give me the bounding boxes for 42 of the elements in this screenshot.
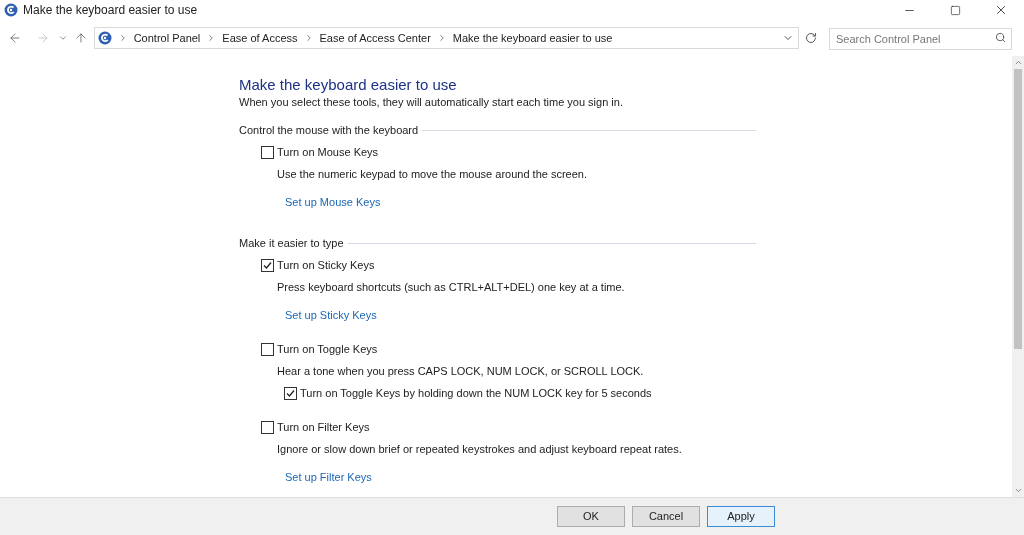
- checkbox[interactable]: [261, 145, 274, 159]
- section-heading: Make it easier to type: [239, 236, 344, 250]
- checkbox-label[interactable]: Turn on Filter Keys: [277, 420, 370, 434]
- window-title: Make the keyboard easier to use: [23, 2, 198, 19]
- up-icon[interactable]: [73, 31, 88, 45]
- section-heading: Control the mouse with the keyboard: [239, 123, 419, 137]
- scroll-down-icon[interactable]: [1013, 486, 1023, 495]
- search-field[interactable]: Search Control Panel: [829, 28, 1012, 50]
- checkbox-label[interactable]: Turn on Sticky Keys: [277, 258, 375, 272]
- refresh-icon[interactable]: [805, 32, 817, 44]
- checkbox[interactable]: [261, 342, 274, 356]
- page-subtitle: When you select these tools, they will automatically start each time you sign in.: [239, 95, 624, 109]
- setup-link[interactable]: Set up Mouse Keys: [285, 196, 381, 208]
- description-text: Use the numeric keypad to move the mouse around the screen.: [277, 168, 587, 180]
- setup-link[interactable]: Set up Sticky Keys: [285, 309, 377, 321]
- scroll-up-icon[interactable]: [1013, 58, 1023, 67]
- breadcrumb[interactable]: Ease of Access Center: [319, 29, 431, 47]
- setup-link[interactable]: Set up Filter Keys: [285, 471, 372, 483]
- scrollbar[interactable]: [1012, 56, 1024, 497]
- close-icon[interactable]: [994, 3, 1008, 17]
- description-text: Ignore or slow down brief or repeated keystrokes and adjust keyboard repeat rates.: [277, 443, 682, 455]
- dialog-button[interactable]: OK: [557, 506, 625, 527]
- checkbox[interactable]: [261, 258, 274, 272]
- description-text: Hear a tone when you press CAPS LOCK, NUM LOCK, or SCROLL LOCK.: [277, 365, 644, 377]
- breadcrumb[interactable]: Control Panel: [133, 29, 201, 47]
- checkbox-label[interactable]: Turn on Toggle Keys by holding down the NUM LOCK key for 5 seconds: [300, 386, 652, 400]
- maximize-icon[interactable]: [949, 4, 961, 16]
- checkbox[interactable]: [284, 386, 297, 400]
- breadcrumb[interactable]: Ease of Access: [222, 29, 298, 47]
- page-title: Make the keyboard easier to use: [239, 76, 458, 94]
- back-icon[interactable]: [8, 31, 22, 45]
- description-text: Press keyboard shortcuts (such as CTRL+ALT+DEL) one key at a time.: [277, 281, 625, 293]
- dialog-button[interactable]: Cancel: [632, 506, 700, 527]
- checkbox[interactable]: [261, 420, 274, 434]
- checkbox-label[interactable]: Turn on Toggle Keys: [277, 342, 378, 356]
- address-bar[interactable]: Control Panel Ease of Access Ease of Access Center Make the keyboard easier to use: [93, 27, 800, 49]
- breadcrumb[interactable]: Make the keyboard easier to use: [452, 29, 613, 47]
- checkbox-label[interactable]: Turn on Mouse Keys: [277, 145, 379, 159]
- app-icon: [4, 3, 18, 17]
- dialog-button[interactable]: Apply: [707, 506, 775, 527]
- search-icon[interactable]: [995, 32, 1006, 43]
- control-panel-icon: [97, 31, 112, 45]
